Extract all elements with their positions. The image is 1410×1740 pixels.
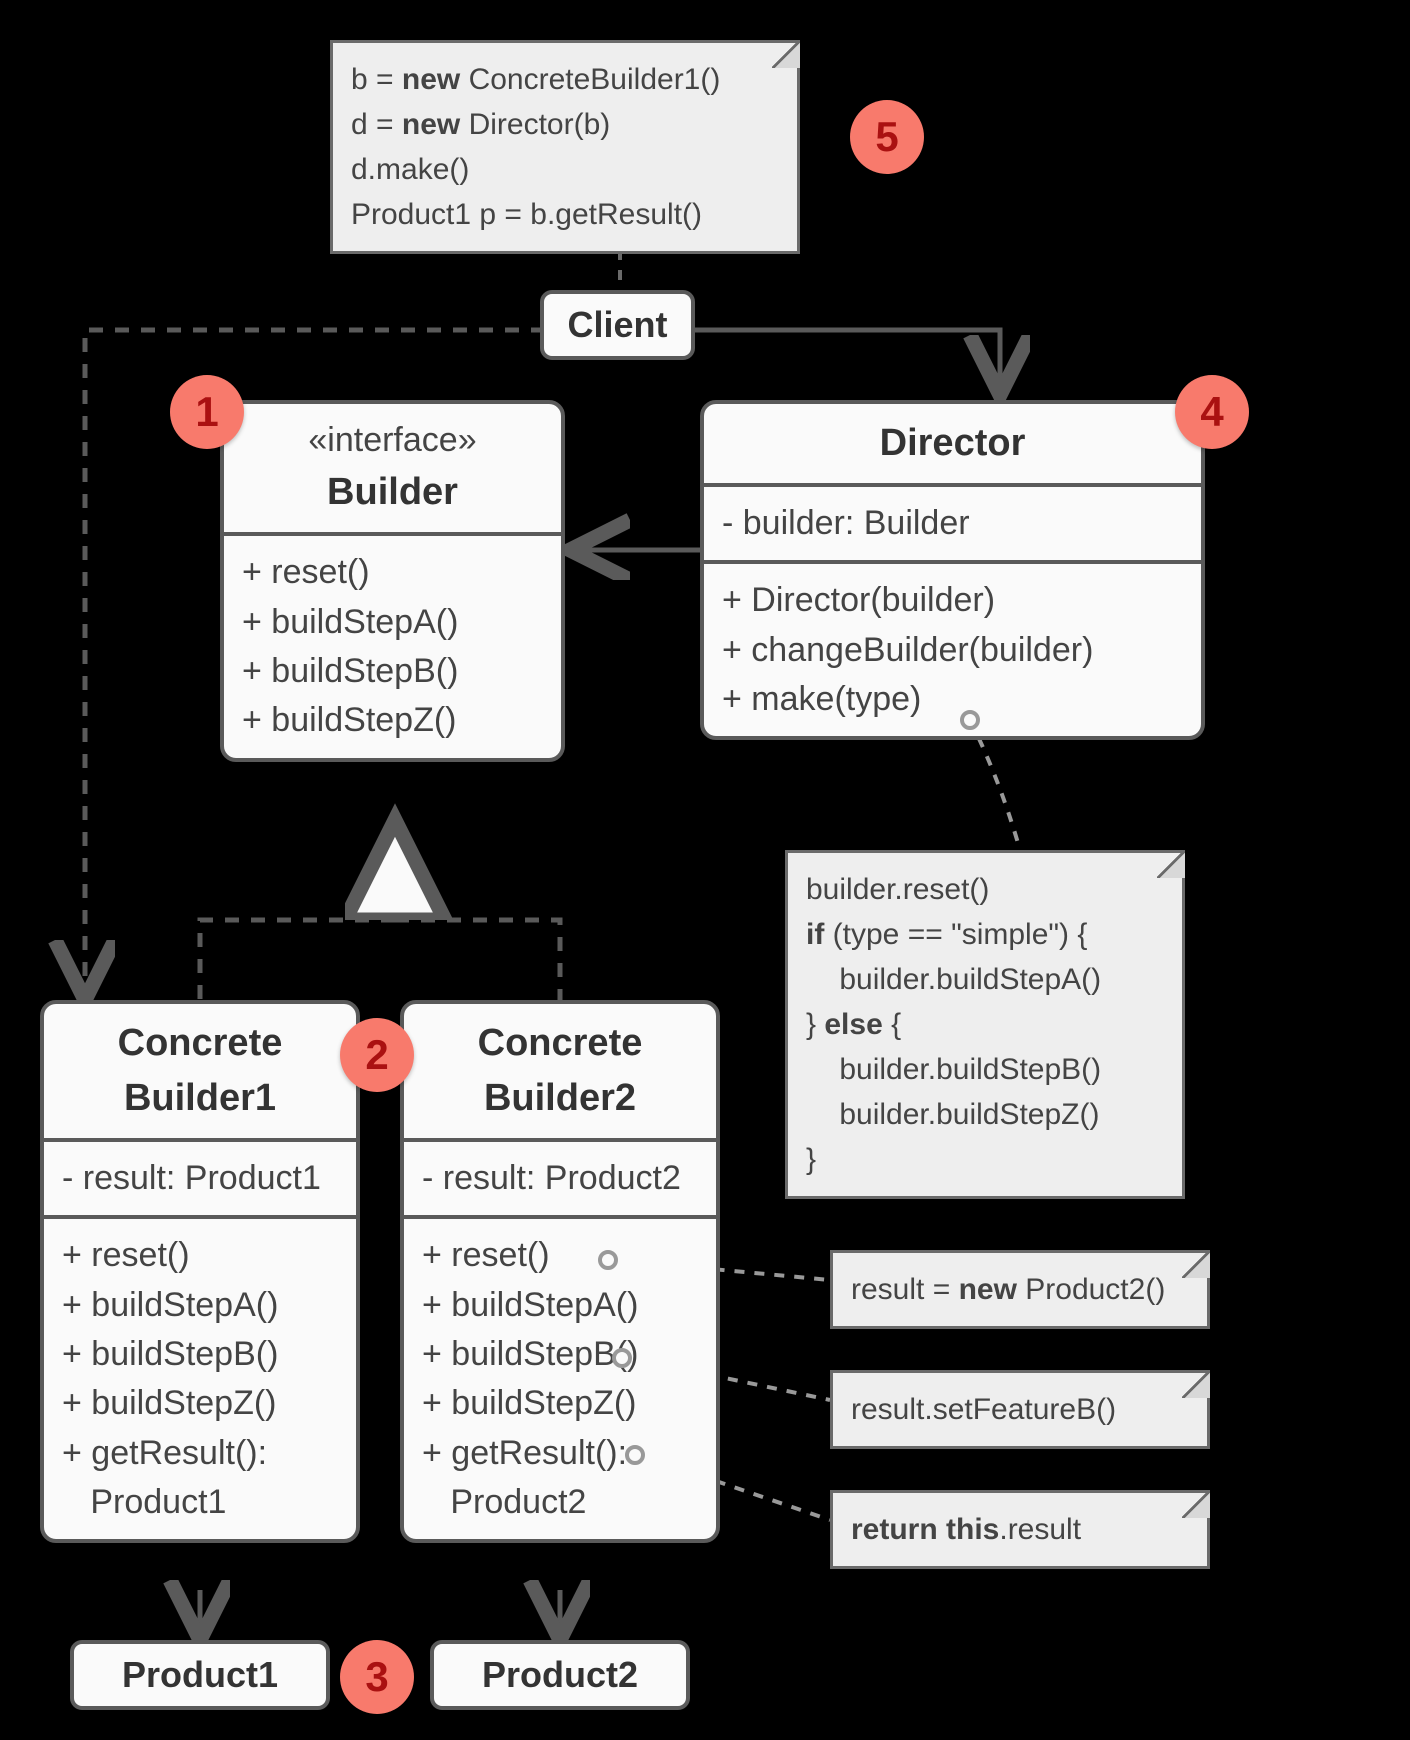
badge-1: 1 [170, 375, 244, 449]
badge-4: 4 [1175, 375, 1249, 449]
cb1-attrs: - result: Product1 [44, 1142, 356, 1219]
concrete-builder2-box: Concrete Builder2 - result: Product2 + r… [400, 1000, 720, 1543]
link-dot-getresult [625, 1445, 645, 1465]
director-title: Director [722, 416, 1183, 471]
client-box: Client [540, 290, 695, 360]
note-stepb: result.setFeatureB() [830, 1370, 1210, 1449]
cb1-title-line1: Concrete [62, 1016, 338, 1071]
note-make-body: builder.reset() if (type == "simple") { … [785, 850, 1185, 1199]
link-dot-make [960, 710, 980, 730]
cb2-methods: + reset() + buildStepA() + buildStepB() … [404, 1219, 716, 1539]
director-box: Director - builder: Builder + Director(b… [700, 400, 1205, 740]
cb2-attrs: - result: Product2 [404, 1142, 716, 1219]
cb2-title-line2: Builder2 [422, 1071, 698, 1126]
note-getresult: return this.result [830, 1490, 1210, 1569]
product2-box: Product2 [430, 1640, 690, 1710]
badge-3: 3 [340, 1640, 414, 1714]
cb1-title-line2: Builder1 [62, 1071, 338, 1126]
badge-2: 2 [340, 1018, 414, 1092]
director-methods: + Director(builder) + changeBuilder(buil… [704, 564, 1201, 736]
note-reset: result = new Product2() [830, 1250, 1210, 1329]
cb2-title-line1: Concrete [422, 1016, 698, 1071]
link-dot-stepb [612, 1348, 632, 1368]
builder-stereotype: «interface» [242, 416, 543, 465]
badge-5: 5 [850, 100, 924, 174]
builder-methods: + reset() + buildStepA() + buildStepB() … [224, 536, 561, 757]
product1-box: Product1 [70, 1640, 330, 1710]
link-dot-reset [598, 1250, 618, 1270]
builder-title: Builder [242, 465, 543, 520]
builder-interface-box: «interface» Builder + reset() + buildSte… [220, 400, 565, 762]
note-client-code: b = new ConcreteBuilder1() d = new Direc… [330, 40, 800, 254]
director-attrs: - builder: Builder [704, 487, 1201, 564]
cb1-methods: + reset() + buildStepA() + buildStepB() … [44, 1219, 356, 1539]
concrete-builder1-box: Concrete Builder1 - result: Product1 + r… [40, 1000, 360, 1543]
